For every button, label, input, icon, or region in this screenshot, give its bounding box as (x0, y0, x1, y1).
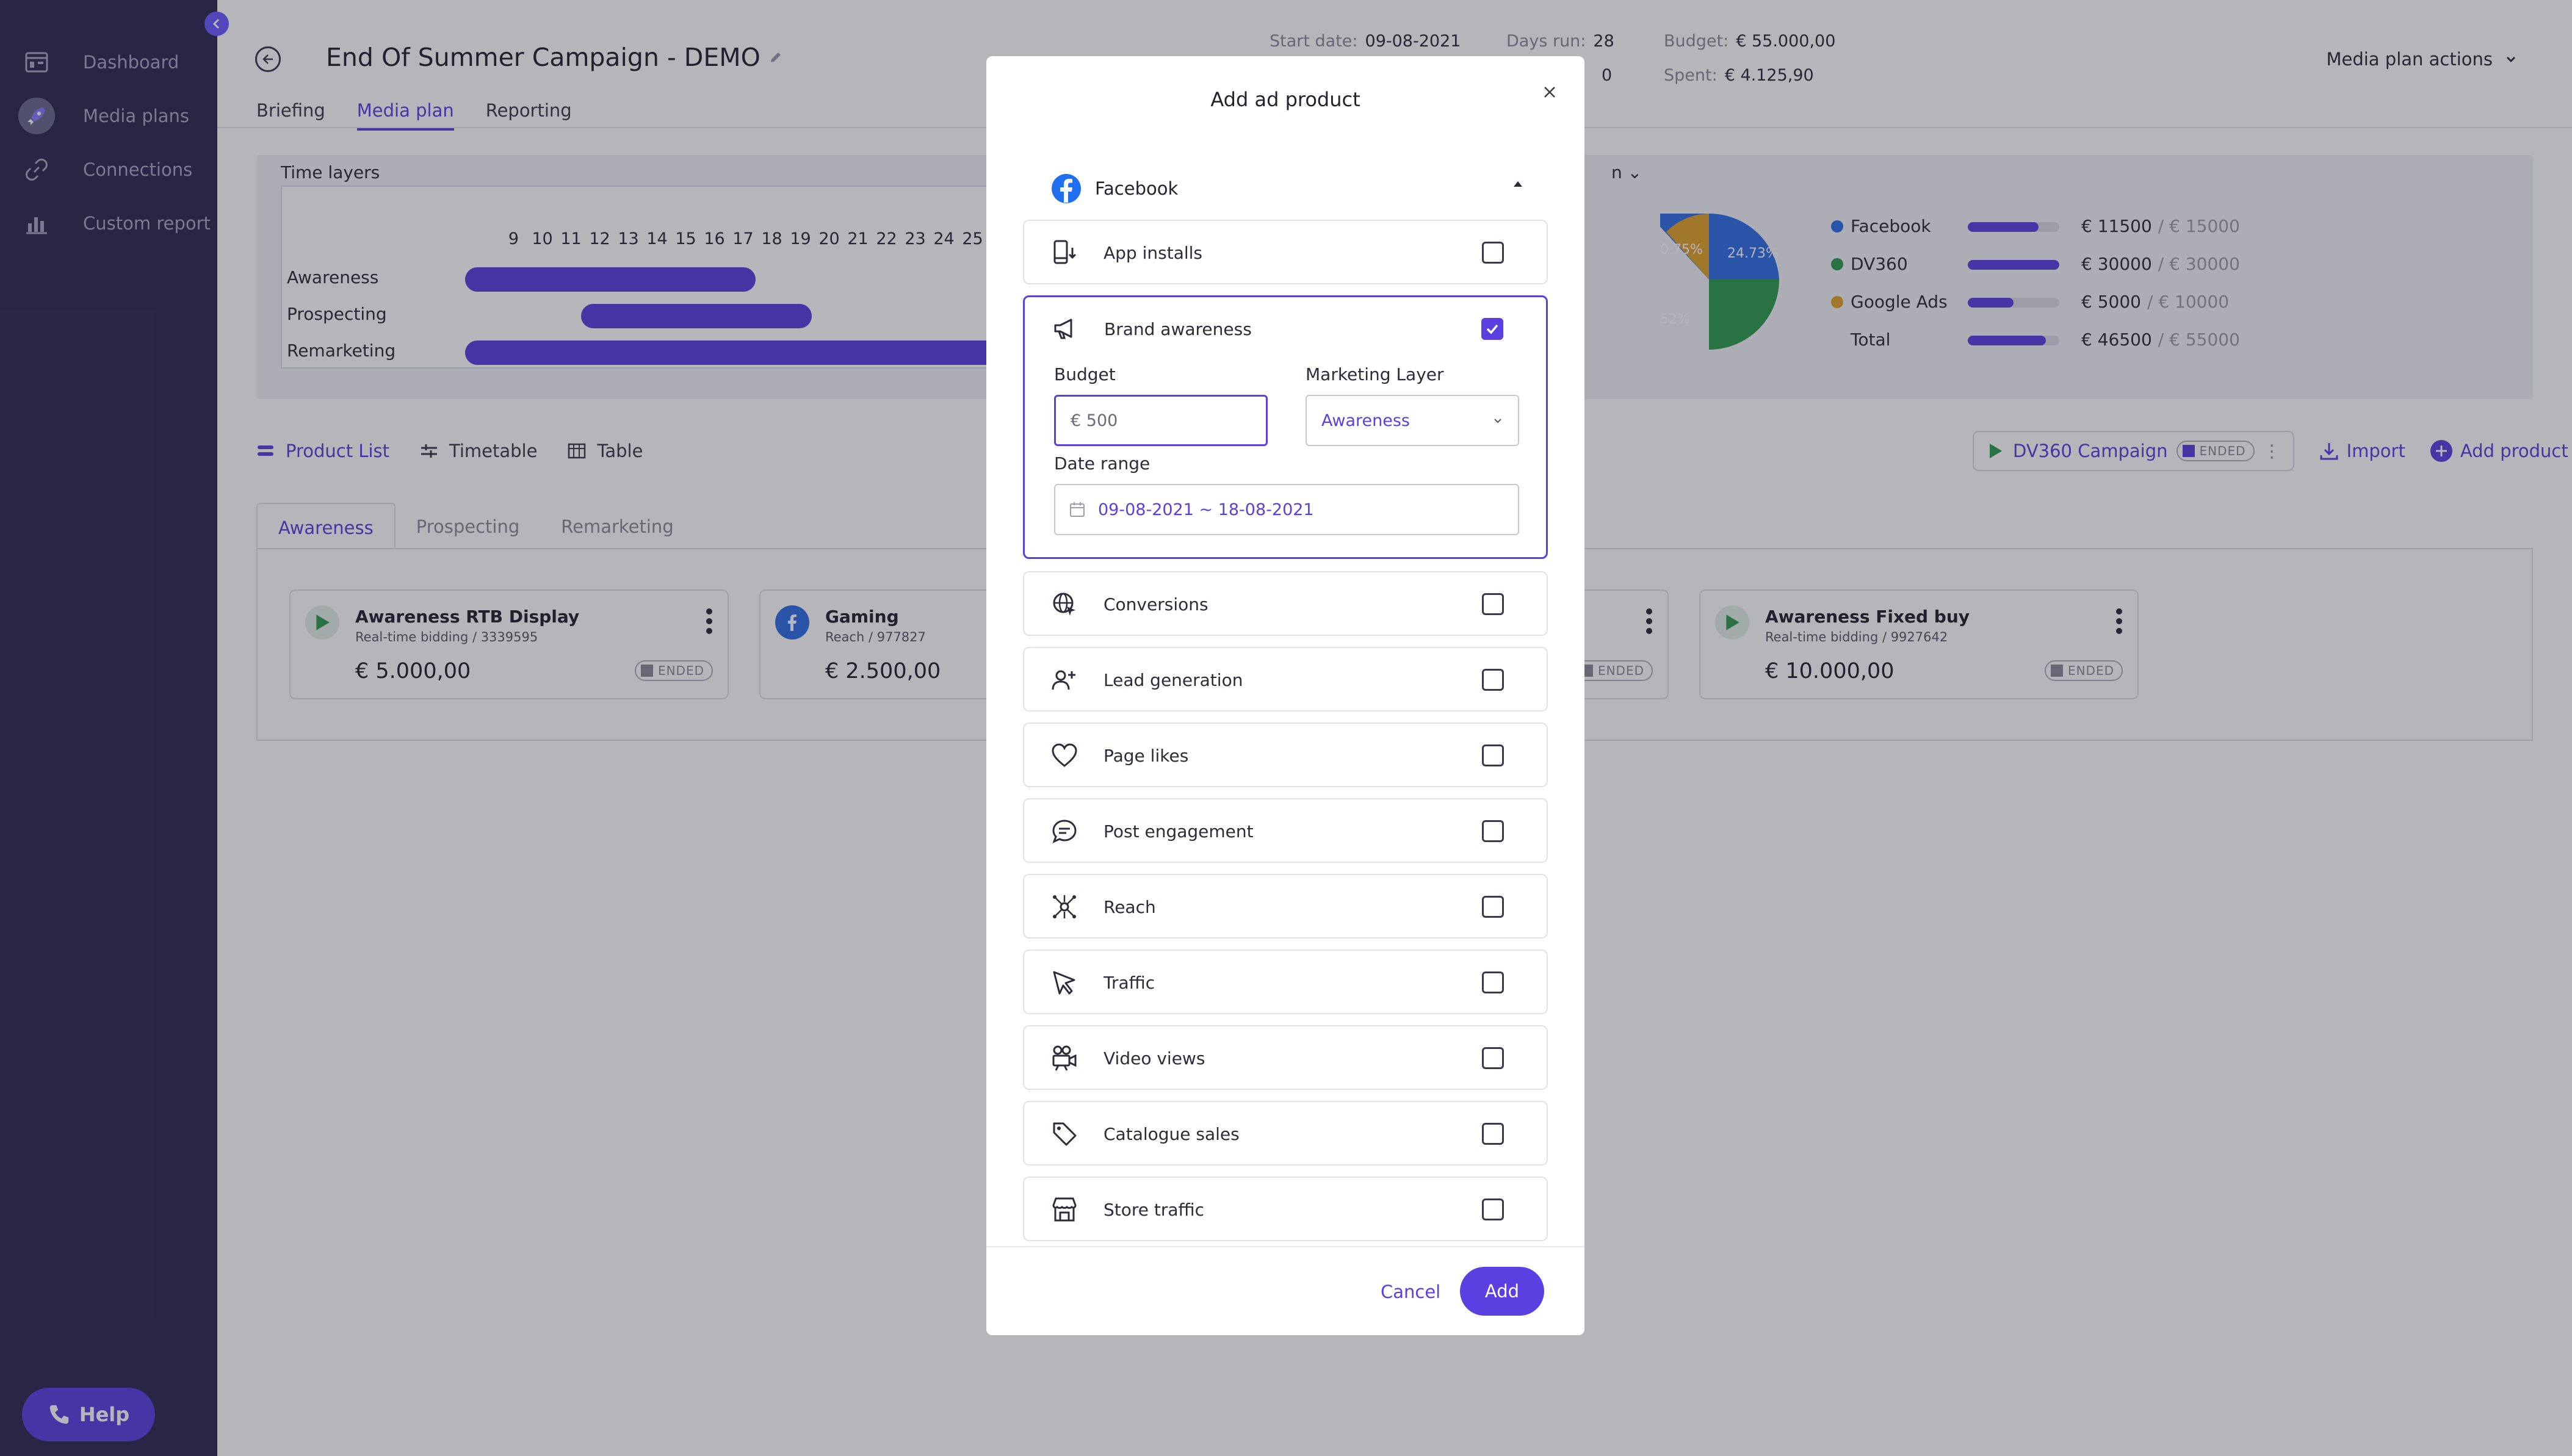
checkbox[interactable] (1482, 1198, 1504, 1220)
facebook-logo-icon (1052, 174, 1081, 203)
checkbox[interactable] (1482, 669, 1504, 691)
tag-icon (1050, 1119, 1079, 1148)
option-label: App installs (1104, 243, 1202, 263)
option-conversions[interactable]: Conversions (1023, 571, 1548, 636)
marketing-layer-label: Marketing Layer (1306, 364, 1444, 384)
option-post-engagement[interactable]: Post engagement (1023, 798, 1548, 863)
store-icon (1050, 1195, 1079, 1224)
add-button[interactable]: Add (1460, 1267, 1544, 1316)
option-app-installs[interactable]: App installs (1023, 220, 1548, 284)
network-icon (1050, 892, 1079, 921)
megaphone-icon (1050, 314, 1080, 344)
option-label: Brand awareness (1104, 319, 1252, 339)
option-label: Conversions (1104, 594, 1208, 614)
marketing-layer-value: Awareness (1321, 411, 1410, 430)
checkbox[interactable] (1482, 744, 1504, 766)
checkbox[interactable] (1482, 820, 1504, 842)
option-store-traffic[interactable]: Store traffic (1023, 1177, 1548, 1241)
platform-header[interactable]: Facebook (1051, 173, 1178, 204)
option-label: Page likes (1104, 746, 1189, 766)
option-catalogue-sales[interactable]: Catalogue sales (1023, 1101, 1548, 1166)
check-icon (1486, 324, 1498, 334)
modal-title: Add ad product (1210, 88, 1360, 111)
checkbox[interactable] (1482, 1123, 1504, 1145)
checkbox[interactable] (1482, 242, 1504, 264)
mobile-download-icon (1050, 238, 1079, 267)
add-ad-product-modal: Add ad product Facebook App installs Bra… (986, 56, 1584, 1335)
globe-cursor-icon (1050, 589, 1079, 619)
cancel-button[interactable]: Cancel (1381, 1281, 1440, 1302)
budget-label: Budget (1054, 364, 1116, 384)
cursor-icon (1050, 968, 1079, 997)
option-video-views[interactable]: Video views (1023, 1025, 1548, 1090)
option-label: Post engagement (1104, 821, 1254, 842)
chevron-down-icon (1494, 419, 1501, 423)
checkbox[interactable] (1482, 1047, 1504, 1069)
user-plus-icon (1050, 665, 1079, 694)
platform-name: Facebook (1095, 178, 1179, 199)
option-page-likes[interactable]: Page likes (1023, 723, 1548, 787)
checkbox[interactable] (1482, 593, 1504, 615)
checkbox[interactable] (1482, 971, 1504, 993)
option-label: Video views (1104, 1048, 1205, 1069)
option-label: Traffic (1104, 973, 1155, 993)
option-reach[interactable]: Reach (1023, 874, 1548, 939)
checkbox[interactable] (1482, 896, 1504, 918)
chat-bubble-icon (1050, 816, 1079, 846)
option-lead-generation[interactable]: Lead generation (1023, 647, 1548, 712)
option-traffic[interactable]: Traffic (1023, 950, 1548, 1014)
caret-up-icon[interactable] (1512, 179, 1523, 188)
option-label: Reach (1104, 897, 1156, 917)
video-camera-icon (1050, 1043, 1079, 1073)
modal-footer: Cancel Add (986, 1246, 1584, 1335)
option-label: Catalogue sales (1104, 1124, 1240, 1144)
marketing-layer-select[interactable]: Awareness (1306, 395, 1519, 446)
option-label: Lead generation (1104, 670, 1243, 690)
calendar-icon (1070, 502, 1085, 517)
heart-icon (1050, 741, 1079, 770)
checkbox-checked[interactable] (1481, 318, 1503, 340)
date-range-value: 09-08-2021 ~ 18-08-2021 (1098, 500, 1314, 519)
budget-input[interactable] (1054, 395, 1268, 446)
date-range-input[interactable]: 09-08-2021 ~ 18-08-2021 (1054, 484, 1519, 535)
date-range-label: Date range (1054, 453, 1151, 474)
close-icon[interactable] (1542, 84, 1558, 100)
option-brand-awareness[interactable]: Brand awareness Budget Marketing Layer A… (1023, 295, 1548, 559)
option-label: Store traffic (1104, 1200, 1205, 1220)
